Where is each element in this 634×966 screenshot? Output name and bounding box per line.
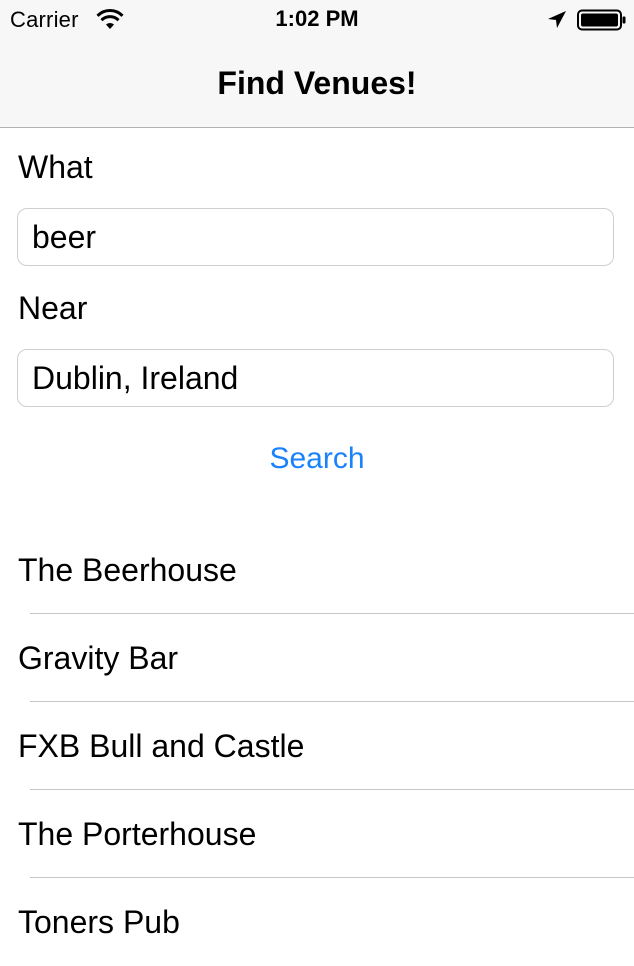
list-item-label: The Beerhouse — [18, 552, 237, 588]
near-field-value: Dublin, Ireland — [32, 360, 239, 396]
list-item[interactable]: The Beerhouse — [0, 526, 634, 614]
what-label: What — [18, 149, 93, 185]
near-label: Near — [18, 290, 88, 326]
page-title: Find Venues! — [217, 65, 417, 101]
list-item[interactable]: Gravity Bar — [0, 614, 634, 702]
list-item-label: The Porterhouse — [18, 816, 257, 852]
battery-icon — [577, 9, 626, 31]
what-field[interactable]: beer — [17, 208, 614, 266]
near-field[interactable]: Dublin, Ireland — [17, 349, 614, 407]
status-time: 1:02 PM — [275, 6, 359, 31]
list-item-label: Gravity Bar — [18, 640, 179, 676]
status-bar: Carrier 1:02 PM — [0, 0, 634, 40]
list-item[interactable]: FXB Bull and Castle — [0, 702, 634, 790]
navigation-bar: Find Venues! — [0, 40, 634, 128]
what-field-value: beer — [32, 219, 97, 255]
list-item[interactable]: The Porterhouse — [0, 790, 634, 878]
list-item-label: FXB Bull and Castle — [18, 728, 305, 764]
location-arrow-icon — [548, 11, 566, 28]
list-item[interactable]: Toners Pub — [0, 878, 634, 966]
list-item-label: Toners Pub — [18, 904, 180, 940]
results-list: The Beerhouse Gravity Bar FXB Bull and C… — [0, 526, 634, 966]
search-button[interactable]: Search — [0, 440, 634, 478]
